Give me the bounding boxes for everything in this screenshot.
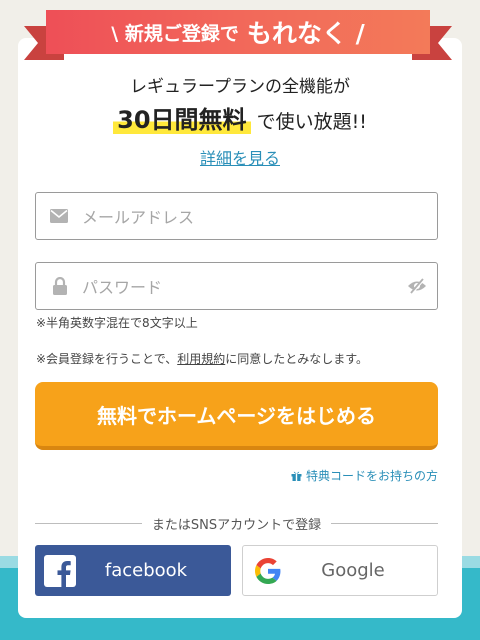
coupon-link[interactable]: 特典コードをお持ちの方	[291, 467, 438, 484]
ribbon-band: \ 新規ご登録で もれなく /	[46, 10, 430, 54]
gift-icon	[291, 470, 302, 481]
coupon-label: 特典コードをお持ちの方	[305, 469, 438, 483]
password-field[interactable]: パスワード	[35, 262, 438, 310]
google-label: Google	[321, 560, 385, 581]
terms-note: ※会員登録を行うことで、利用規約に同意したとみなします。	[36, 350, 368, 367]
envelope-icon	[36, 193, 72, 239]
terms-link[interactable]: 利用規約	[177, 352, 225, 366]
terms-after: に同意したとみなします。	[225, 352, 369, 366]
email-field[interactable]: メールアドレス	[35, 192, 438, 240]
divider-line-left	[35, 522, 142, 524]
password-placeholder: パスワード	[82, 278, 163, 297]
password-note: ※半角英数字混在で8文字以上	[36, 316, 198, 330]
ribbon-emphasis-text: もれなく /	[246, 19, 365, 48]
facebook-button[interactable]: facebook	[35, 545, 231, 596]
divider-text: またはSNSアカウントで登録	[151, 517, 322, 533]
terms-before: ※会員登録を行うことで、	[36, 352, 178, 366]
start-free-button[interactable]: 無料でホームページをはじめる	[35, 382, 438, 450]
email-placeholder: メールアドレス	[82, 208, 195, 227]
google-icon	[243, 557, 293, 584]
ribbon-lead-text: \ 新規ご登録で	[111, 22, 239, 45]
google-button[interactable]: Google	[242, 545, 438, 596]
details-link[interactable]: 詳細を見る	[0, 145, 480, 169]
facebook-icon	[35, 554, 85, 587]
headline-line2: 30日間無料 で使い放題!!	[0, 100, 480, 135]
eye-slash-icon[interactable]	[397, 278, 437, 294]
sns-divider: またはSNSアカウントで登録	[35, 514, 439, 533]
facebook-label: facebook	[104, 560, 188, 581]
lock-icon	[36, 263, 72, 309]
headline-line1: レギュラープランの全機能が	[130, 77, 350, 97]
headline-highlight: 30日間無料	[113, 106, 251, 134]
divider-line-right	[331, 522, 439, 524]
promo-ribbon: \ 新規ご登録で もれなく /	[24, 10, 430, 60]
headline-rest: で使い放題!!	[250, 111, 367, 133]
